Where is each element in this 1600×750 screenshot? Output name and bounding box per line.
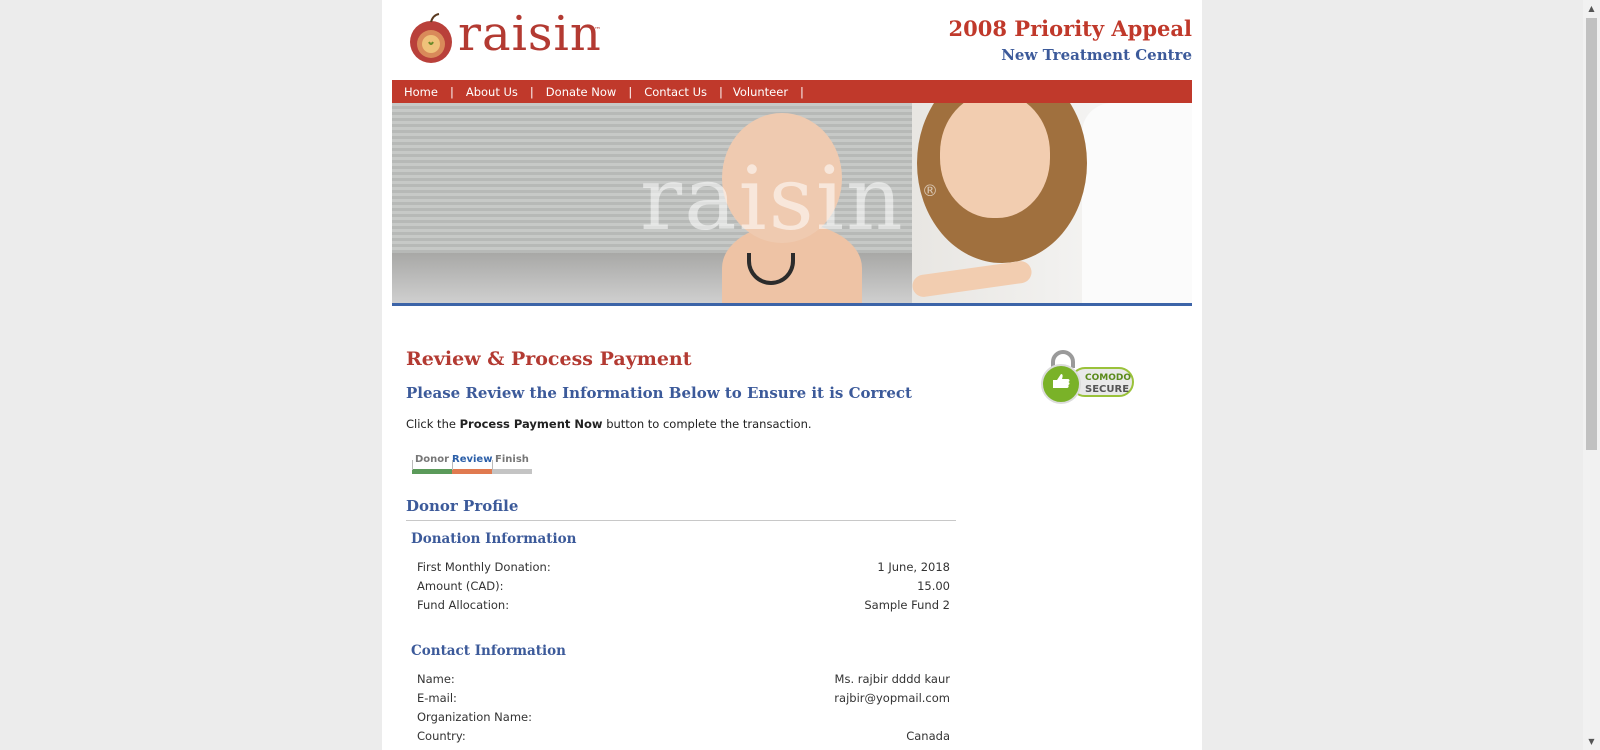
donation-row-label: First Monthly Donation: xyxy=(417,560,551,574)
contact-row-value: Ms. rajbir dddd kaur xyxy=(834,672,950,686)
appeal-subtitle: New Treatment Centre xyxy=(1001,46,1192,64)
donation-row-label: Amount (CAD): xyxy=(417,579,504,593)
donor-profile-title: Donor Profile xyxy=(406,497,519,515)
contact-info-title: Contact Information xyxy=(411,643,566,659)
step-finish: Finish xyxy=(492,454,532,474)
hero-doctor-face xyxy=(940,103,1050,218)
scroll-up-arrow-icon[interactable]: ▲ xyxy=(1583,0,1600,17)
comodo-secure-badge[interactable]: COMODO SECURE xyxy=(1037,350,1137,406)
page-subtitle: Please Review the Information Below to E… xyxy=(406,384,912,402)
donation-row: Amount (CAD): 15.00 xyxy=(417,579,950,593)
page-scrollbar[interactable]: ▲ ▼ xyxy=(1583,0,1600,750)
logo-trademark: ™ xyxy=(594,26,601,34)
contact-row-label: Organization Name: xyxy=(417,710,532,724)
contact-row-value: Canada xyxy=(906,729,950,743)
step-donor: Donor xyxy=(412,454,452,474)
donation-row-value: Sample Fund 2 xyxy=(864,598,950,612)
contact-row-value: rajbir@yopmail.com xyxy=(834,691,950,705)
nav-separator: | xyxy=(800,84,804,99)
donor-profile-divider xyxy=(406,520,956,521)
hero-watermark: raisin xyxy=(640,147,905,250)
nav-home[interactable]: Home xyxy=(392,85,450,99)
page-title: Review & Process Payment xyxy=(406,348,692,370)
contact-row-label: Name: xyxy=(417,672,455,686)
intro-text-before: Click the xyxy=(406,417,460,431)
step-finish-label: Finish xyxy=(495,454,529,465)
donation-row-value: 15.00 xyxy=(917,579,950,593)
page-container: raisin ™ 2008 Priority Appeal New Treatm… xyxy=(382,0,1202,750)
intro-text: Click the Process Payment Now button to … xyxy=(406,417,812,431)
logo-wordmark: raisin xyxy=(458,6,602,62)
donation-row-value: 1 June, 2018 xyxy=(877,560,950,574)
step-review: Review xyxy=(452,454,492,474)
hero-watermark-registered: ® xyxy=(922,181,938,200)
contact-row: E-mail: rajbir@yopmail.com xyxy=(417,691,950,705)
intro-text-after: button to complete the transaction. xyxy=(602,417,812,431)
progress-steps: Donor Review Finish xyxy=(412,454,532,474)
contact-row-label: E-mail: xyxy=(417,691,457,705)
scrollbar-thumb[interactable] xyxy=(1586,18,1597,450)
scroll-down-arrow-icon[interactable]: ▼ xyxy=(1583,733,1600,750)
contact-row: Name: Ms. rajbir dddd kaur xyxy=(417,672,950,686)
raisin-fruit-icon xyxy=(410,13,452,63)
main-nav: Home | About Us | Donate Now | Contact U… xyxy=(392,80,1192,103)
raisin-logo[interactable]: raisin ™ xyxy=(406,6,606,72)
hero-floor xyxy=(392,253,952,303)
comodo-badge-line1: COMODO xyxy=(1085,373,1131,383)
nav-donate-now[interactable]: Donate Now xyxy=(534,85,629,99)
appeal-title: 2008 Priority Appeal xyxy=(948,16,1192,41)
step-donor-bar xyxy=(412,469,452,474)
step-finish-bar xyxy=(492,469,532,474)
donation-row: Fund Allocation: Sample Fund 2 xyxy=(417,598,950,612)
hero-banner: raisin ® xyxy=(392,103,1192,306)
contact-row-label: Country: xyxy=(417,729,466,743)
comodo-badge-line2: SECURE xyxy=(1085,384,1129,395)
nav-contact-us[interactable]: Contact Us xyxy=(632,85,719,99)
contact-row: Country: Canada xyxy=(417,729,950,743)
step-donor-label: Donor xyxy=(414,454,450,465)
contact-row: Organization Name: xyxy=(417,710,950,724)
step-review-bar xyxy=(452,469,492,474)
nav-about-us[interactable]: About Us xyxy=(454,85,530,99)
step-review-label: Review xyxy=(452,454,493,465)
hero-doctor-coat xyxy=(1082,103,1192,303)
nav-volunteer[interactable]: Volunteer xyxy=(723,85,800,99)
donation-row: First Monthly Donation: 1 June, 2018 xyxy=(417,560,950,574)
donation-info-title: Donation Information xyxy=(411,531,577,547)
donation-row-label: Fund Allocation: xyxy=(417,598,510,612)
intro-text-bold: Process Payment Now xyxy=(459,417,603,431)
